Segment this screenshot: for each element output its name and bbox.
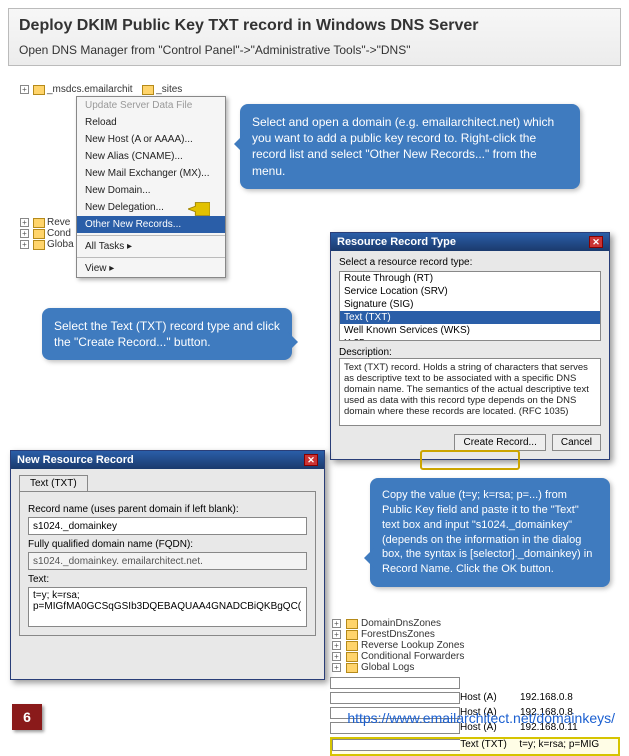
- dialog-title: New Resource Record: [17, 454, 134, 466]
- ctx-item[interactable]: New Domain...: [77, 182, 225, 199]
- select-label: Select a resource record type:: [339, 257, 601, 268]
- records-panel: +DomainDnsZones+ForestDnsZones+Reverse L…: [330, 618, 620, 756]
- expand-icon[interactable]: +: [20, 240, 29, 249]
- record-name-label: Record name (uses parent domain if left …: [28, 504, 307, 515]
- ctx-item[interactable]: Reload: [77, 114, 225, 131]
- text-label: Text:: [28, 574, 307, 585]
- dialog-title: Resource Record Type: [337, 236, 456, 248]
- record-name-input[interactable]: [28, 517, 307, 535]
- tree-node[interactable]: +Conditional Forwarders: [330, 651, 620, 662]
- description-box: Text (TXT) record. Holds a string of cha…: [339, 358, 601, 426]
- callout-3: Copy the value (t=y; k=rsa; p=...) from …: [370, 478, 610, 587]
- page-number: 6: [12, 704, 42, 730]
- list-item[interactable]: Signature (SIG): [340, 298, 600, 311]
- ctx-item[interactable]: New Host (A or AAAA)...: [77, 131, 225, 148]
- fqdn-field: [28, 552, 307, 570]
- folder-icon: [33, 85, 45, 95]
- dialog-titlebar: Resource Record Type ✕: [331, 233, 609, 251]
- close-icon[interactable]: ✕: [589, 236, 603, 248]
- cancel-button[interactable]: Cancel: [552, 434, 601, 451]
- list-item[interactable]: Text (TXT): [340, 311, 600, 324]
- list-item[interactable]: Route Through (RT): [340, 272, 600, 285]
- tree-label: Globa: [47, 239, 74, 250]
- table-row[interactable]: (same as parent folder): [330, 677, 620, 692]
- tree-label: Reve: [47, 217, 70, 228]
- folder-icon: [33, 218, 45, 228]
- ctx-item[interactable]: Other New Records...: [77, 216, 225, 233]
- table-row[interactable]: (same as parent folder)Host (A)192.168.0…: [330, 692, 620, 707]
- footer-url[interactable]: https://www.emailarchitect.net/domainkey…: [347, 710, 615, 726]
- resource-record-type-dialog: Resource Record Type ✕ Select a resource…: [330, 232, 610, 460]
- page-subtitle: Open DNS Manager from "Control Panel"->"…: [19, 43, 610, 57]
- dialog-titlebar: New Resource Record ✕: [11, 451, 324, 469]
- header-box: Deploy DKIM Public Key TXT record in Win…: [8, 8, 621, 66]
- tree-label: _sites: [156, 84, 182, 95]
- list-item[interactable]: X.25: [340, 337, 600, 341]
- folder-icon: [142, 85, 154, 95]
- tab-text-txt[interactable]: Text (TXT): [19, 475, 88, 491]
- list-item[interactable]: Well Known Services (WKS): [340, 324, 600, 337]
- page-title: Deploy DKIM Public Key TXT record in Win…: [19, 17, 610, 35]
- callout-2: Select the Text (TXT) record type and cl…: [42, 308, 292, 360]
- tree-label: _msdcs.emailarchit: [47, 84, 133, 95]
- ctx-item[interactable]: New Mail Exchanger (MX)...: [77, 165, 225, 182]
- pointer-arrow-icon: [188, 202, 210, 216]
- tree-node[interactable]: +Reverse Lookup Zones: [330, 640, 620, 651]
- ctx-item[interactable]: New Alias (CNAME)...: [77, 148, 225, 165]
- close-icon[interactable]: ✕: [304, 454, 318, 466]
- table-row[interactable]: s1024._domainkeyText (TXT)t=y; k=rsa; p=…: [330, 737, 620, 756]
- tree-node[interactable]: +DomainDnsZones: [330, 618, 620, 629]
- text-input[interactable]: t=y; k=rsa; p=MIGfMA0GCSqGSIb3DQEBAQUAA4…: [28, 587, 307, 627]
- context-menu: Update Server Data FileReloadNew Host (A…: [76, 96, 226, 278]
- fqdn-label: Fully qualified domain name (FQDN):: [28, 539, 307, 550]
- list-item[interactable]: Service Location (SRV): [340, 285, 600, 298]
- tree-node-msdcs[interactable]: + _msdcs.emailarchit _sites: [18, 84, 218, 95]
- create-record-button[interactable]: Create Record...: [454, 434, 545, 451]
- ctx-item[interactable]: All Tasks ▸: [77, 238, 225, 255]
- ctx-item[interactable]: Update Server Data File: [77, 97, 225, 114]
- tree-label: Cond: [47, 228, 71, 239]
- zones-tree: +DomainDnsZones+ForestDnsZones+Reverse L…: [330, 618, 620, 673]
- expand-icon[interactable]: +: [20, 218, 29, 227]
- folder-icon: [33, 229, 45, 239]
- new-resource-record-dialog: New Resource Record ✕ Text (TXT) Record …: [10, 450, 325, 680]
- tree-node[interactable]: +ForestDnsZones: [330, 629, 620, 640]
- expand-icon[interactable]: +: [20, 229, 29, 238]
- folder-icon: [33, 240, 45, 250]
- expand-icon[interactable]: +: [20, 85, 29, 94]
- description-label: Description:: [339, 347, 601, 358]
- ctx-item[interactable]: View ▸: [77, 260, 225, 277]
- record-type-listbox[interactable]: Route Through (RT)Service Location (SRV)…: [339, 271, 601, 341]
- tree-node[interactable]: +Global Logs: [330, 662, 620, 673]
- callout-1: Select and open a domain (e.g. emailarch…: [240, 104, 580, 189]
